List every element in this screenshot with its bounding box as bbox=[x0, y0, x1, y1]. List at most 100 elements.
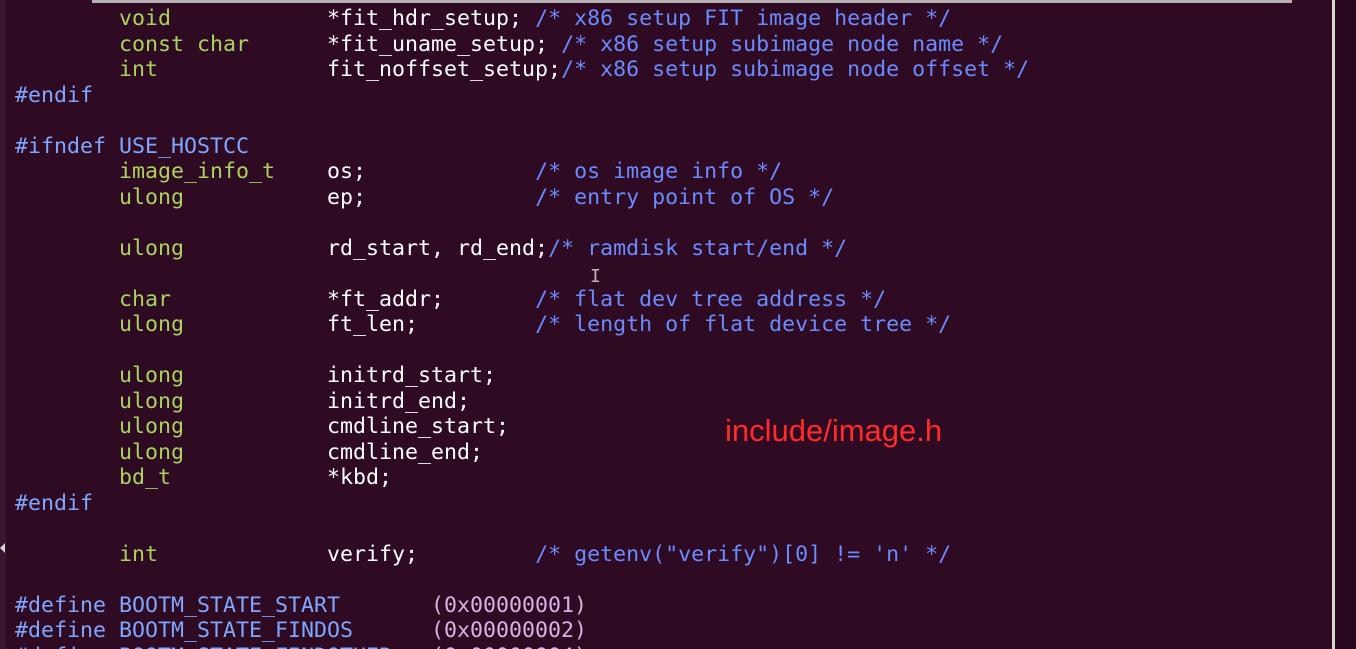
define-directive: #define bbox=[15, 592, 107, 618]
preprocessor-directive: #endif bbox=[15, 490, 94, 516]
source-code-view[interactable]: void *fit_hdr_setup; /* x86 setup FIT im… bbox=[15, 6, 1029, 649]
type-keyword: ulong bbox=[119, 312, 185, 337]
code-line: #endif bbox=[15, 491, 1029, 517]
code-line: char *ft_addr; /* flat dev tree address … bbox=[15, 287, 1029, 313]
preprocessor-argument: USE_HOSTCC bbox=[106, 133, 250, 159]
comment-padding bbox=[444, 287, 535, 312]
type-padding bbox=[184, 312, 327, 337]
type-keyword: ulong bbox=[119, 388, 185, 414]
type-keyword: char bbox=[119, 286, 172, 312]
code-line: bd_t *kbd; bbox=[15, 465, 1029, 491]
define-directive: #define bbox=[15, 618, 107, 643]
define-directive: #define bbox=[15, 644, 106, 649]
type-padding bbox=[184, 389, 327, 414]
code-line: int verify; /* getenv("verify")[0] != 'n… bbox=[15, 542, 1029, 568]
code-comment: /* length of flat device tree */ bbox=[535, 312, 952, 337]
code-comment: /* getenv("verify")[0] != 'n' */ bbox=[535, 541, 952, 567]
type-padding bbox=[249, 32, 327, 57]
tab-strip-indicator bbox=[92, 0, 1292, 3]
type-keyword: int bbox=[119, 57, 159, 82]
text-cursor-icon: I bbox=[590, 266, 601, 287]
code-line: image_info_t os; /* os image info */ bbox=[15, 159, 1029, 185]
preprocessor-directive: #endif bbox=[15, 82, 94, 108]
type-padding bbox=[184, 414, 327, 439]
scroll-arrow-icon[interactable] bbox=[0, 543, 5, 553]
type-padding bbox=[184, 440, 327, 465]
code-line: ulong rd_start, rd_end;/* ramdisk start/… bbox=[15, 236, 1029, 262]
comment-padding bbox=[366, 159, 535, 184]
terminal-window[interactable]: void *fit_hdr_setup; /* x86 setup FIT im… bbox=[6, 0, 1332, 649]
code-line: ulong ep; /* entry point of OS */ bbox=[15, 185, 1029, 211]
code-line: #define BOOTM_STATE_FINDOS (0x00000002) bbox=[15, 618, 1029, 644]
type-padding bbox=[184, 363, 327, 388]
identifier: cmdline_end; bbox=[327, 439, 484, 465]
code-comment: /* x86 setup FIT image header */ bbox=[535, 6, 952, 31]
type-keyword: image_info_t bbox=[119, 159, 276, 184]
identifier: cmdline_start; bbox=[327, 414, 510, 439]
define-name: BOOTM_STATE_START bbox=[106, 592, 341, 618]
define-padding bbox=[392, 644, 431, 649]
type-padding bbox=[158, 542, 327, 567]
define-value: (0x00000004) bbox=[431, 644, 587, 649]
identifier: *kbd; bbox=[327, 465, 393, 490]
preprocessor-directive: #ifndef bbox=[15, 133, 107, 159]
define-name: BOOTM_STATE_FINDOTHER bbox=[106, 644, 392, 649]
comment-padding bbox=[522, 6, 535, 31]
code-line: #endif bbox=[15, 83, 1029, 109]
code-comment: /* x86 setup subimage node offset */ bbox=[561, 57, 1030, 82]
code-comment: /* os image info */ bbox=[535, 159, 783, 184]
screen: void *fit_hdr_setup; /* x86 setup FIT im… bbox=[0, 0, 1356, 649]
type-padding bbox=[171, 465, 327, 490]
code-comment: /* x86 setup subimage node name */ bbox=[561, 31, 1004, 57]
define-padding bbox=[353, 618, 431, 643]
type-keyword: const char bbox=[119, 31, 250, 57]
identifier: verify; bbox=[327, 541, 419, 567]
type-keyword: bd_t bbox=[119, 465, 172, 490]
identifier: os; bbox=[327, 159, 367, 184]
comment-padding bbox=[418, 312, 535, 337]
identifier: rd_start, rd_end; bbox=[327, 235, 549, 261]
type-padding bbox=[158, 57, 327, 82]
code-line: const char *fit_uname_setup; /* x86 setu… bbox=[15, 32, 1029, 58]
type-keyword: ulong bbox=[119, 363, 185, 388]
type-keyword: ulong bbox=[119, 235, 185, 261]
define-value: (0x00000002) bbox=[431, 618, 588, 643]
type-padding bbox=[171, 287, 327, 312]
type-padding bbox=[184, 185, 327, 210]
code-line: ulong initrd_end; bbox=[15, 389, 1029, 415]
identifier: *fit_hdr_setup; bbox=[327, 6, 523, 31]
code-line: int fit_noffset_setup;/* x86 setup subim… bbox=[15, 57, 1029, 83]
code-comment: /* flat dev tree address */ bbox=[535, 286, 887, 312]
identifier: fit_noffset_setup; bbox=[327, 57, 562, 82]
type-padding bbox=[184, 236, 327, 261]
type-keyword: void bbox=[119, 6, 172, 31]
comment-padding bbox=[548, 32, 561, 57]
comment-padding bbox=[366, 185, 535, 210]
type-padding bbox=[171, 6, 327, 31]
identifier: ep; bbox=[327, 184, 367, 210]
code-comment: /* entry point of OS */ bbox=[535, 184, 835, 210]
define-value: (0x00000001) bbox=[431, 592, 588, 618]
type-keyword: int bbox=[119, 541, 159, 567]
desktop-edge bbox=[1335, 0, 1356, 649]
file-path-annotation: include/image.h bbox=[725, 413, 943, 448]
identifier: initrd_end; bbox=[327, 388, 471, 414]
type-padding bbox=[275, 159, 327, 184]
code-line: ulong ft_len; /* length of flat device t… bbox=[15, 312, 1029, 338]
